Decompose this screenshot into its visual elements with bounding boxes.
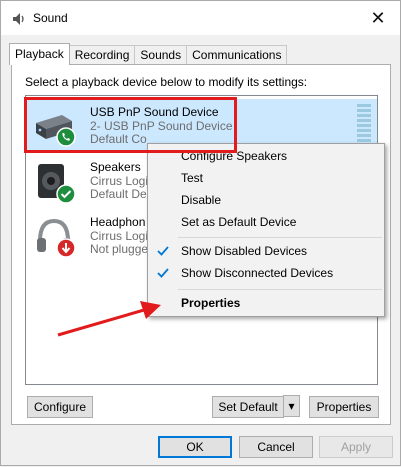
menu-item-label: Show Disabled Devices: [181, 244, 308, 258]
close-button[interactable]: ✕: [356, 1, 400, 35]
device-description: Cirrus Logi: [90, 229, 149, 243]
menu-item-show-disconnected[interactable]: Show Disconnected Devices: [148, 262, 384, 284]
menu-item-set-default[interactable]: Set as Default Device: [148, 211, 384, 233]
check-icon: [157, 268, 169, 278]
tab-strip: Playback Recording Sounds Communications: [9, 43, 288, 65]
instruction-text: Select a playback device below to modify…: [25, 75, 308, 89]
device-description: Cirrus Logi: [90, 174, 149, 188]
level-meter: [357, 104, 371, 144]
device-name: Speakers: [90, 160, 141, 174]
cancel-button[interactable]: Cancel: [239, 436, 313, 458]
menu-item-test[interactable]: Test: [148, 167, 384, 189]
tab-recording[interactable]: Recording: [68, 45, 136, 65]
menu-separator: [178, 289, 382, 290]
apply-button[interactable]: Apply: [319, 436, 393, 458]
context-menu: Configure Speakers Test Disable Set as D…: [147, 143, 385, 317]
menu-item-disable[interactable]: Disable: [148, 189, 384, 211]
set-default-dropdown[interactable]: ▾: [283, 395, 300, 417]
menu-item-show-disabled[interactable]: Show Disabled Devices: [148, 240, 384, 262]
ok-button[interactable]: OK: [158, 436, 232, 458]
menu-item-properties[interactable]: Properties: [148, 292, 384, 314]
close-icon: ✕: [370, 7, 386, 28]
check-badge-icon: [56, 184, 76, 204]
device-name: Headphon: [90, 215, 146, 229]
sound-dialog: Sound ✕ Playback Recording Sounds Commun…: [0, 0, 401, 466]
speaker-icon: [13, 13, 24, 25]
highlight-annotation: [24, 97, 237, 153]
set-default-button[interactable]: Set Default: [212, 396, 284, 418]
menu-separator: [178, 237, 382, 238]
chevron-down-icon: ▾: [288, 399, 295, 413]
unplugged-badge-icon: [56, 238, 76, 258]
device-status: Not plugge: [90, 242, 149, 256]
device-status: Default De: [90, 187, 147, 201]
tab-communications[interactable]: Communications: [186, 45, 288, 65]
configure-button[interactable]: Configure: [27, 396, 93, 418]
tab-sounds[interactable]: Sounds: [134, 45, 188, 65]
window-title: Sound: [33, 11, 68, 25]
properties-button[interactable]: Properties: [309, 396, 379, 418]
check-icon: [157, 246, 169, 256]
menu-item-label: Show Disconnected Devices: [181, 266, 334, 280]
tab-playback[interactable]: Playback: [9, 43, 70, 65]
title-bar[interactable]: Sound ✕: [1, 1, 400, 35]
